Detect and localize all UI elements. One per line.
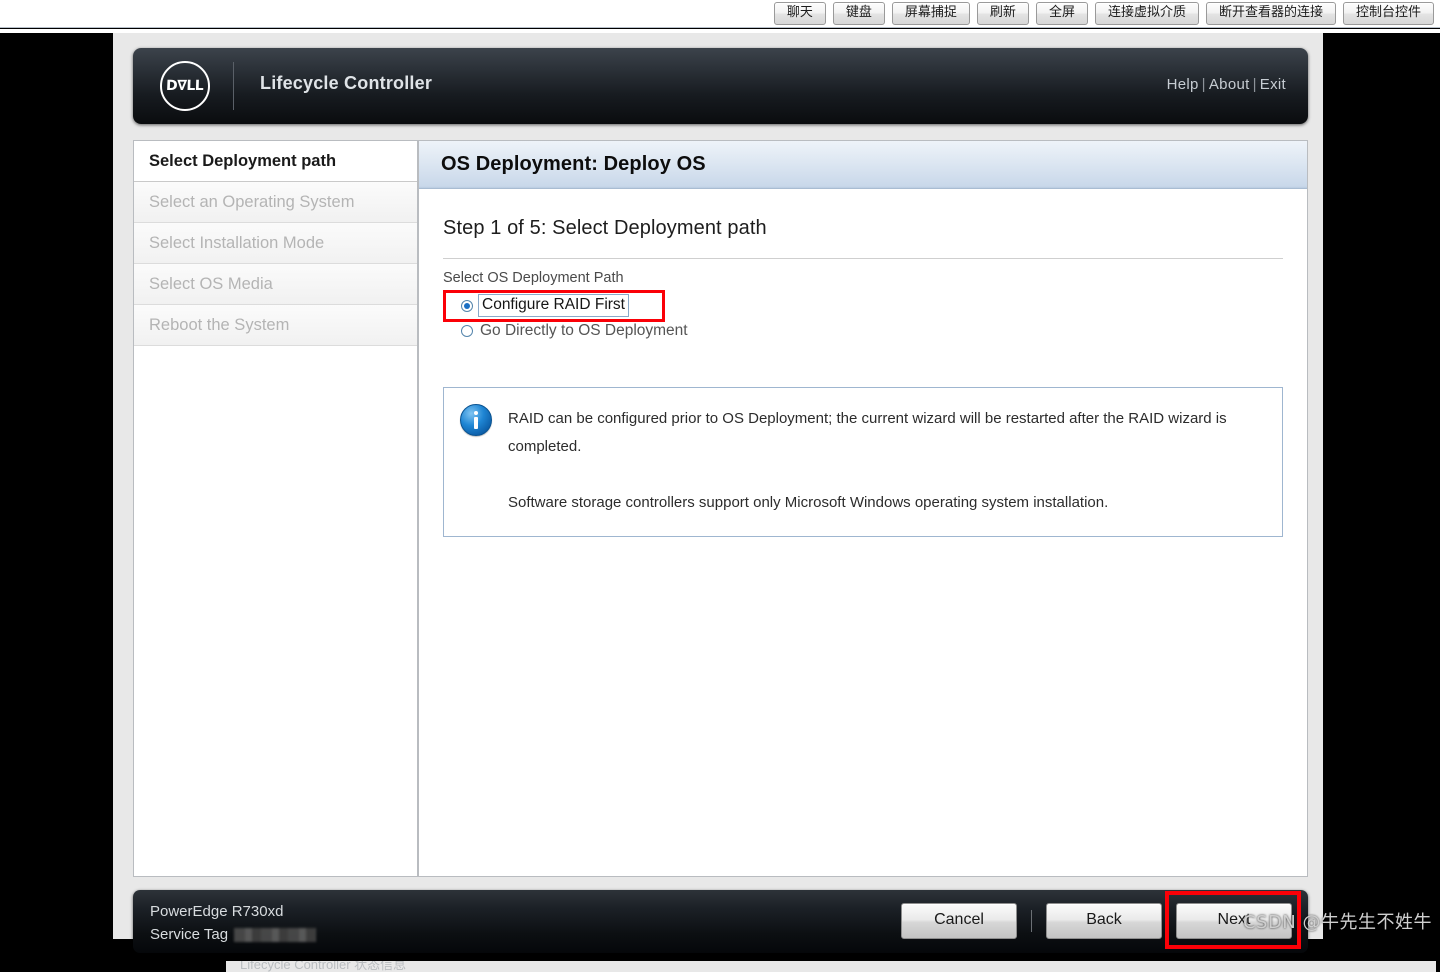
csdn-watermark: CSDN @牛先生不姓牛 (1242, 912, 1432, 933)
bottom-cutoff-text: Lifecycle Controller 状态信息 (240, 961, 407, 972)
toolbar-button-disconnect-viewer[interactable]: 断开查看器的连接 (1205, 2, 1336, 25)
step-heading: Step 1 of 5: Select Deployment path (443, 217, 767, 239)
service-tag-redacted-value (234, 927, 317, 942)
app-title: Lifecycle Controller (260, 73, 433, 93)
radio-configure-raid-first[interactable]: Configure RAID First (461, 293, 1307, 318)
radio-dot-unselected-icon[interactable] (461, 324, 473, 337)
about-link[interactable]: About (1209, 76, 1250, 93)
sidebar-item-select-an-operating-system: Select an Operating System (134, 182, 417, 223)
header-links: Help | About | Exit (1167, 76, 1286, 93)
radio-dot-selected-icon[interactable] (461, 299, 473, 312)
lifecycle-controller-window: D∇LL Lifecycle Controller Help | About | Exi… (113, 33, 1436, 972)
deployment-path-radio-group: Configure RAID First Go Directly to OS D… (443, 290, 1307, 343)
main-content-panel: OS Deployment: Deploy OS Step 1 of 5: Se… (418, 140, 1308, 877)
radio-go-directly-to-os-deployment[interactable]: Go Directly to OS Deployment (461, 318, 1307, 343)
toolbar-button-connect-virtual-media[interactable]: 连接虚拟介质 (1094, 2, 1199, 25)
sidebar-item-select-os-media: Select OS Media (134, 264, 417, 305)
back-button[interactable]: Back (1046, 903, 1162, 939)
system-model: PowerEdge R730xd (150, 903, 284, 920)
wizard-steps-sidebar: Select Deployment path Select an Operati… (133, 140, 418, 877)
service-tag-label: Service Tag (150, 926, 229, 944)
bottom-cutoff-strip: Lifecycle Controller 状态信息 (226, 961, 1436, 972)
sidebar-item-select-deployment-path[interactable]: Select Deployment path (134, 141, 417, 182)
help-link[interactable]: Help (1167, 76, 1199, 93)
info-message-text: RAID can be configured prior to OS Deplo… (508, 404, 1264, 516)
app-footer: PowerEdge R730xd Service Tag Cancel Back… (133, 890, 1308, 953)
link-separator-2: | (1252, 76, 1257, 93)
cancel-button[interactable]: Cancel (901, 903, 1017, 939)
system-info: PowerEdge R730xd Service Tag (150, 900, 317, 947)
header-divider (233, 62, 234, 110)
toolbar-button-fullscreen[interactable]: 全屏 (1035, 2, 1088, 25)
footer-button-separator (1031, 910, 1032, 932)
heading-divider (443, 258, 1283, 259)
app-header: D∇LL Lifecycle Controller Help | About | Exi… (133, 48, 1308, 124)
info-paragraph-1: RAID can be configured prior to OS Deplo… (508, 410, 1227, 455)
info-paragraph-2: Software storage controllers support onl… (508, 493, 1109, 511)
toolbar-button-console-controls[interactable]: 控制台控件 (1342, 2, 1434, 25)
toolbar-button-chat[interactable]: 聊天 (773, 2, 826, 25)
radio-label-go-directly-to-os-deployment: Go Directly to OS Deployment (480, 321, 688, 339)
dell-logo-icon: D∇LL (160, 61, 210, 111)
sidebar-item-select-installation-mode: Select Installation Mode (134, 223, 417, 264)
dell-logo-text: D∇LL (166, 78, 204, 94)
viewer-toolbar: 聊天 键盘 屏幕捕捉 刷新 全屏 连接虚拟介质 断开查看器的连接 控制台控件 (0, 0, 1440, 28)
footer-button-bar: Cancel Back Next (887, 891, 1301, 949)
toolbar-button-keyboard[interactable]: 键盘 (832, 2, 885, 25)
service-tag-row: Service Tag (150, 923, 317, 946)
section-label: Select OS Deployment Path (443, 270, 624, 286)
toolbar-button-refresh[interactable]: 刷新 (976, 2, 1029, 25)
sidebar-empty-area (134, 346, 417, 876)
content-titlebar: OS Deployment: Deploy OS (419, 141, 1307, 189)
page-title: OS Deployment: Deploy OS (441, 153, 706, 175)
toolbar-button-screen-capture[interactable]: 屏幕捕捉 (891, 2, 970, 25)
sidebar-item-reboot-the-system: Reboot the System (134, 305, 417, 346)
radio-label-configure-raid-first: Configure RAID First (478, 294, 629, 317)
link-separator-1: | (1201, 76, 1206, 93)
info-message-box: RAID can be configured prior to OS Deplo… (443, 387, 1283, 538)
exit-link[interactable]: Exit (1260, 76, 1286, 93)
info-icon (460, 404, 492, 436)
